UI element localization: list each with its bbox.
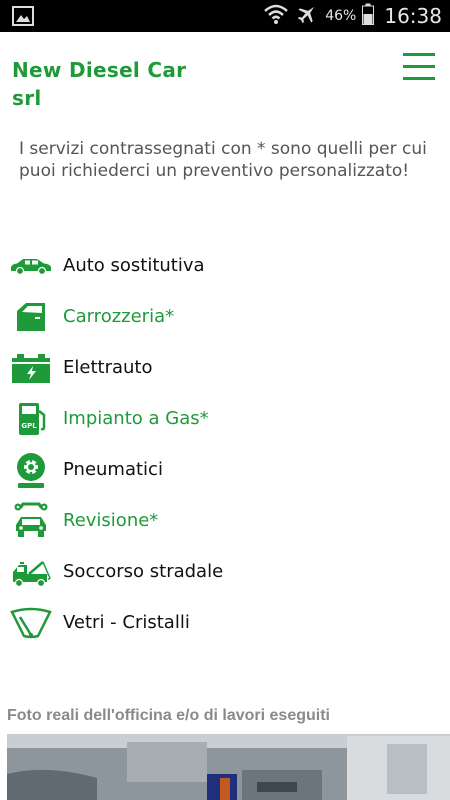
app-header: New Diesel Car srl [0, 32, 450, 122]
service-label: Revisione* [63, 510, 159, 531]
airplane-icon [295, 2, 319, 30]
gallery-notification-icon [12, 6, 34, 30]
service-label: Soccorso stradale [63, 561, 224, 582]
service-pneumatici[interactable]: Pneumatici [0, 444, 450, 495]
battery-icon [5, 342, 57, 393]
brand-title[interactable]: New Diesel Car srl [12, 56, 232, 112]
service-label: Pneumatici [63, 459, 163, 480]
car-wrench-icon [5, 495, 57, 546]
service-label: Vetri - Cristalli [63, 612, 190, 633]
service-soccorso-stradale[interactable]: Soccorso stradale [0, 546, 450, 597]
workshop-photo[interactable] [7, 734, 450, 800]
svg-text:GPL: GPL [21, 422, 37, 430]
service-label: Auto sostitutiva [63, 255, 205, 276]
service-label: Elettrauto [63, 357, 153, 378]
service-elettrauto[interactable]: Elettrauto [0, 342, 450, 393]
wifi-icon [263, 3, 289, 29]
brand-line-2: srl [12, 86, 42, 110]
car-icon [5, 240, 57, 291]
hamburger-icon [403, 53, 435, 80]
tow-truck-icon [5, 546, 57, 597]
service-label: Impianto a Gas* [63, 408, 209, 429]
battery-icon [362, 3, 375, 29]
windshield-icon [5, 597, 57, 648]
hamburger-menu-button[interactable] [402, 50, 436, 84]
service-impianto-gas[interactable]: GPL Impianto a Gas* [0, 393, 450, 444]
status-bar: 46% 16:38 [0, 0, 450, 32]
brand-line-1: New Diesel Car [12, 58, 187, 82]
intro-note: I servizi contrassegnati con * sono quel… [19, 139, 427, 181]
tire-icon [5, 444, 57, 495]
gpl-pump-icon: GPL [5, 393, 57, 444]
service-auto-sostitutiva[interactable]: Auto sostitutiva [0, 240, 450, 291]
service-vetri-cristalli[interactable]: Vetri - Cristalli [0, 597, 450, 648]
clock: 16:38 [384, 4, 442, 28]
photos-section-title: Foto reali dell'officina e/o di lavori e… [7, 707, 330, 724]
services-list: Auto sostitutiva Carrozzeria* Elettrauto [0, 240, 450, 648]
service-label: Carrozzeria* [63, 306, 175, 327]
battery-percent: 46% [325, 8, 357, 24]
service-carrozzeria[interactable]: Carrozzeria* [0, 291, 450, 342]
service-revisione[interactable]: Revisione* [0, 495, 450, 546]
car-door-icon [5, 291, 57, 342]
